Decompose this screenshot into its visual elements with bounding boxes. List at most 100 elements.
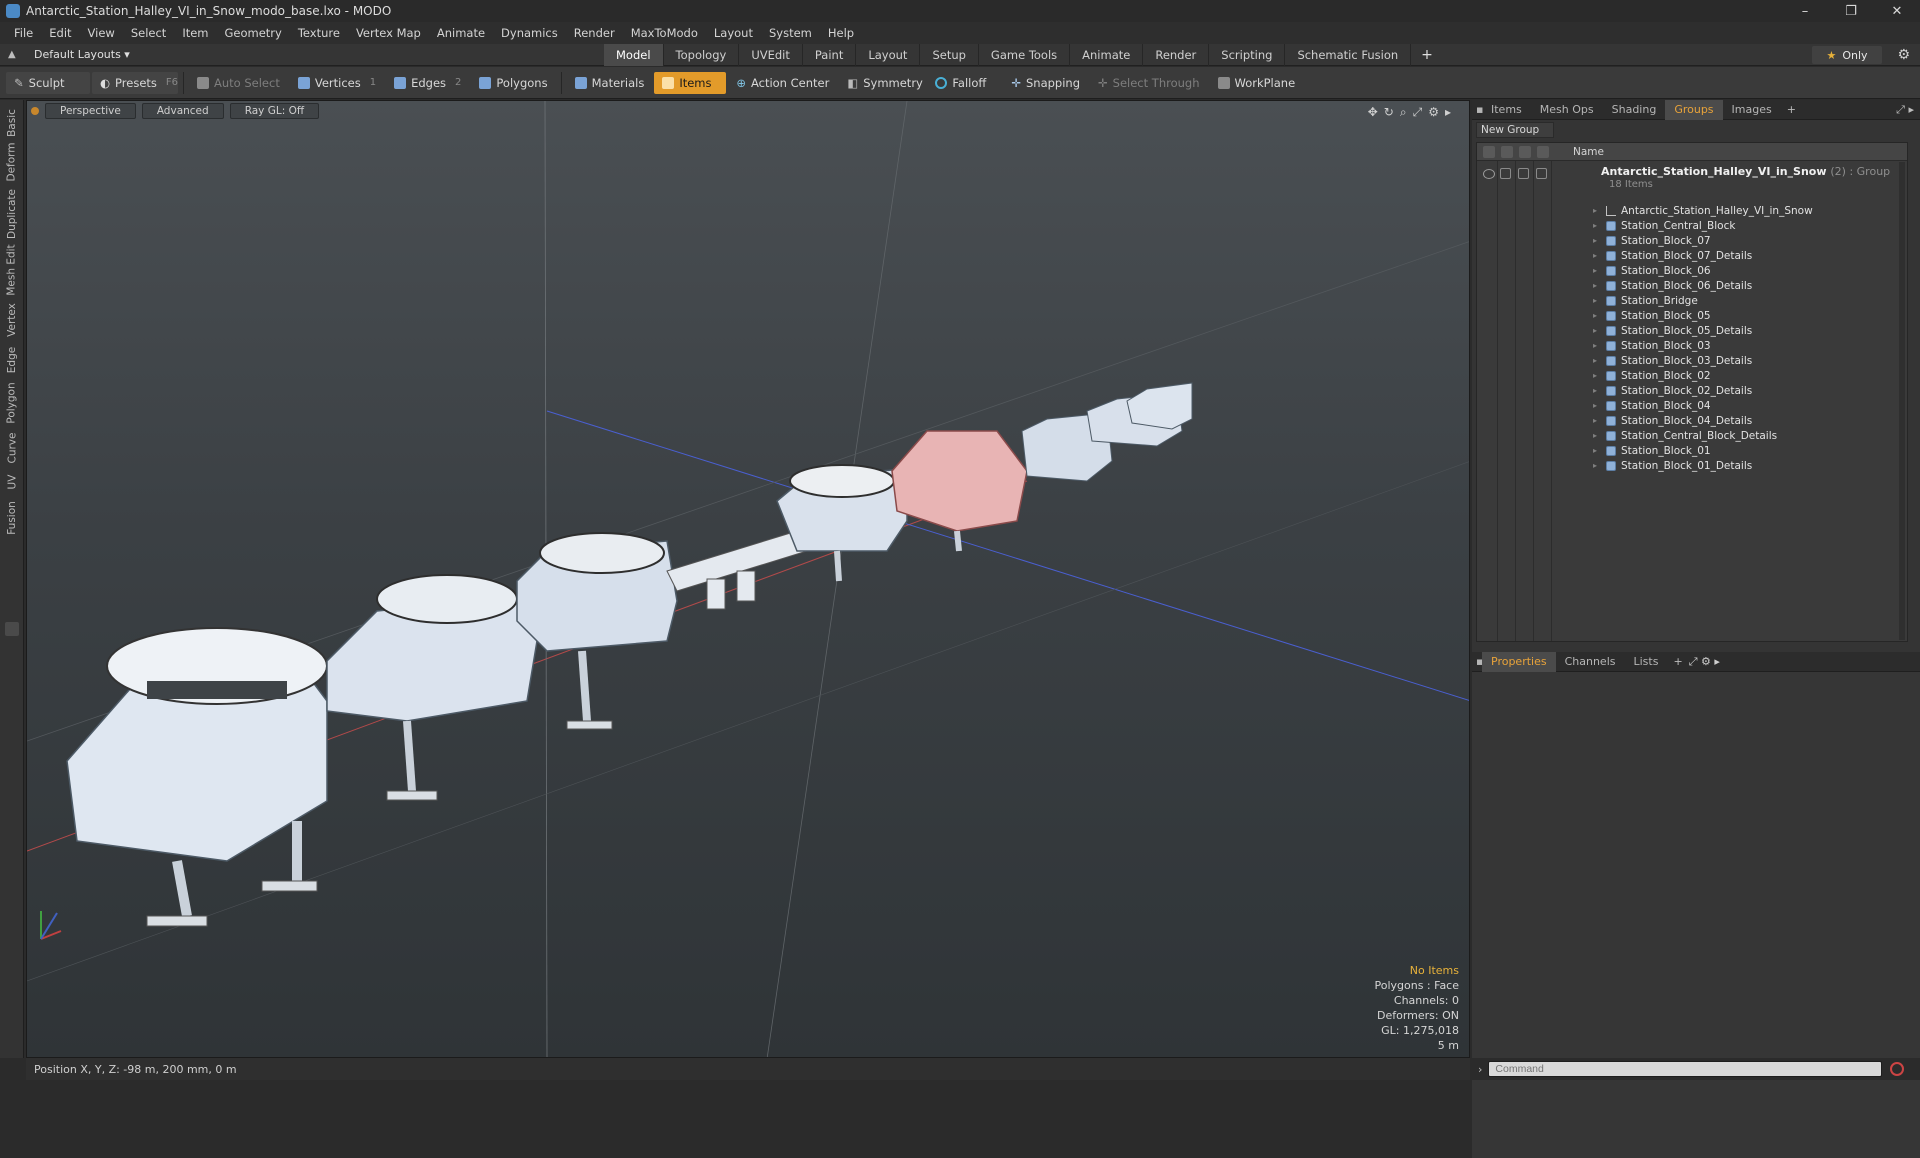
tab-animate[interactable]: Animate: [1070, 44, 1144, 66]
add-panel-tab-button[interactable]: +: [1781, 103, 1802, 116]
menu-geometry[interactable]: Geometry: [217, 26, 290, 40]
add-tab-button[interactable]: +: [1411, 44, 1443, 66]
items-button[interactable]: Items: [654, 71, 727, 94]
menu-help[interactable]: Help: [820, 26, 862, 40]
layout-selector[interactable]: ▲ Default Layouts ▾: [0, 48, 600, 61]
expand-icon[interactable]: ▸: [1593, 206, 1601, 215]
menu-vertex-map[interactable]: Vertex Map: [348, 26, 429, 40]
list-item[interactable]: ▸ Station_Block_07: [1593, 233, 1711, 248]
lock-toggle-icon[interactable]: [1518, 168, 1529, 179]
list-item[interactable]: ▸ Station_Block_03_Details: [1593, 353, 1752, 368]
raygl-dropdown[interactable]: Ray GL: Off: [229, 103, 320, 119]
list-item[interactable]: ▸ Station_Central_Block_Details: [1593, 428, 1777, 443]
materials-button[interactable]: Materials: [567, 72, 653, 94]
render-column-icon[interactable]: [1501, 145, 1513, 158]
auto-select-button[interactable]: Auto Select: [189, 72, 288, 94]
expand-panel-icon[interactable]: ⤢ ▸: [1896, 103, 1914, 117]
list-item[interactable]: ▸ Station_Block_04: [1593, 398, 1711, 413]
expand-icon[interactable]: ▸: [1593, 296, 1601, 305]
collapse-arrow-icon[interactable]: ▲: [8, 49, 20, 60]
list-item[interactable]: ▸ Station_Block_03: [1593, 338, 1711, 353]
tab-scripting[interactable]: Scripting: [1209, 44, 1286, 66]
workplane-button[interactable]: WorkPlane: [1210, 72, 1304, 94]
expand-icon[interactable]: ▸: [1593, 281, 1601, 290]
list-item[interactable]: ▸ Station_Block_05: [1593, 308, 1711, 323]
eye-column-icon[interactable]: [1483, 145, 1495, 158]
falloff-button[interactable]: Falloff: [927, 72, 1001, 94]
menu-item[interactable]: Item: [174, 26, 216, 40]
expand-icon[interactable]: ▸: [1593, 356, 1601, 365]
tab-mesh-ops[interactable]: Mesh Ops: [1531, 100, 1603, 120]
list-item[interactable]: ▸ Station_Block_01: [1593, 443, 1711, 458]
tab-channels[interactable]: Channels: [1556, 652, 1625, 672]
tab-uvedit[interactable]: UVEdit: [739, 44, 803, 66]
list-item[interactable]: ▸ Station_Block_02_Details: [1593, 383, 1752, 398]
tab-groups[interactable]: Groups: [1665, 99, 1723, 120]
tab-schematic-fusion[interactable]: Schematic Fusion: [1285, 44, 1412, 66]
restore-button[interactable]: ❐: [1828, 0, 1874, 22]
vertices-button[interactable]: Vertices 1: [290, 72, 384, 94]
menu-file[interactable]: File: [6, 26, 41, 40]
menu-texture[interactable]: Texture: [290, 26, 348, 40]
expand-icon[interactable]: ▸: [1593, 251, 1601, 260]
list-item[interactable]: ▸ Antarctic_Station_Halley_VI_in_Snow: [1593, 203, 1813, 218]
list-item[interactable]: ▸ Station_Block_04_Details: [1593, 413, 1752, 428]
select-toggle-icon[interactable]: [1536, 168, 1547, 179]
vtab-vertex[interactable]: Vertex: [2, 300, 22, 340]
default-layouts-dropdown[interactable]: Default Layouts ▾: [34, 48, 130, 61]
stop-icon[interactable]: [1890, 1062, 1905, 1076]
rotate-view-icon[interactable]: ↻: [1384, 105, 1394, 120]
tab-layout[interactable]: Layout: [856, 44, 921, 66]
menu-system[interactable]: System: [761, 26, 820, 40]
tab-images[interactable]: Images: [1723, 100, 1781, 120]
list-item[interactable]: ▸ Station_Block_06: [1593, 263, 1711, 278]
group-row[interactable]: Antarctic_Station_Halley_VI_in_Snow (2) …: [1477, 163, 1907, 199]
sculpt-button[interactable]: ✎ Sculpt: [6, 71, 90, 94]
list-item[interactable]: ▸ Station_Block_05_Details: [1593, 323, 1752, 338]
polygons-button[interactable]: Polygons: [471, 72, 555, 94]
symmetry-button[interactable]: ◧ Symmetry: [839, 72, 925, 94]
expand-icon[interactable]: ▸: [1593, 236, 1601, 245]
vtab-polygon[interactable]: Polygon: [2, 380, 22, 426]
expand-icon[interactable]: ▸: [1593, 266, 1601, 275]
menu-edit[interactable]: Edit: [41, 26, 79, 40]
gear-icon[interactable]: ⚙: [1897, 47, 1910, 63]
list-item[interactable]: ▸ Station_Block_01_Details: [1593, 458, 1752, 473]
close-button[interactable]: ✕: [1874, 0, 1920, 22]
action-center-button[interactable]: ⊕ Action Center: [728, 72, 837, 94]
tab-items[interactable]: Items: [1482, 100, 1531, 120]
list-item[interactable]: ▸ Station_Block_07_Details: [1593, 248, 1752, 263]
list-scrollbar[interactable]: [1899, 162, 1905, 640]
move-view-icon[interactable]: ✥: [1368, 105, 1378, 120]
viewport-expand-icon[interactable]: ▸: [1445, 105, 1451, 120]
expand-icon[interactable]: ▸: [1593, 386, 1601, 395]
edges-button[interactable]: Edges 2: [386, 72, 469, 94]
name-column-header[interactable]: Name: [1573, 146, 1604, 158]
expand-icon[interactable]: ▸: [1593, 431, 1601, 440]
panel-handle[interactable]: ▪: [1472, 100, 1483, 120]
list-item[interactable]: ▸ Station_Bridge: [1593, 293, 1698, 308]
vtab-basic[interactable]: Basic: [2, 108, 22, 138]
command-history-icon[interactable]: ›: [1478, 1063, 1482, 1076]
snapping-button[interactable]: ✛ Snapping: [1003, 72, 1088, 94]
new-group-button[interactable]: New Group: [1476, 122, 1554, 138]
select-through-button[interactable]: ✛ Select Through: [1090, 72, 1207, 94]
select-column-icon[interactable]: [1537, 145, 1549, 158]
menu-dynamics[interactable]: Dynamics: [493, 26, 566, 40]
tab-shading[interactable]: Shading: [1603, 100, 1666, 120]
properties-settings-icon[interactable]: ⤢ ⚙ ▸: [1689, 655, 1720, 669]
minimize-button[interactable]: –: [1782, 0, 1828, 22]
list-item[interactable]: ▸ Station_Central_Block: [1593, 218, 1735, 233]
perspective-dropdown[interactable]: Perspective: [45, 103, 136, 119]
expand-icon[interactable]: ▸: [1593, 341, 1601, 350]
vtab-fusion[interactable]: Fusion: [2, 498, 22, 538]
expand-icon[interactable]: ▸: [1593, 326, 1601, 335]
expand-icon[interactable]: ▸: [1593, 461, 1601, 470]
expand-icon[interactable]: ▸: [1593, 221, 1601, 230]
eye-icon[interactable]: [1483, 169, 1495, 179]
menu-view[interactable]: View: [80, 26, 123, 40]
tab-model[interactable]: Model: [604, 44, 664, 66]
viewport-settings-icon[interactable]: ⚙: [1428, 105, 1439, 120]
vtab-edge[interactable]: Edge: [2, 344, 22, 376]
menu-render[interactable]: Render: [566, 26, 623, 40]
